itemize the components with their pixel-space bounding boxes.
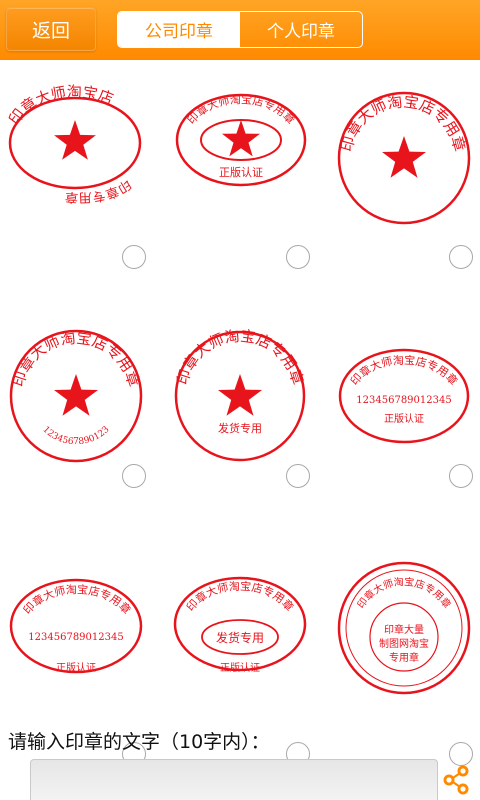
share-icon[interactable] — [441, 763, 471, 797]
stamp-text-input[interactable] — [30, 759, 438, 800]
stamp-preview: 印章大师淘宝店专用章 发货专用 正版认证 — [173, 576, 307, 674]
stamp-bottom-arc-text: 印章专用章 — [64, 176, 133, 206]
stamp-grid: 印章大师淘宝店 印章专用章 印章大师淘宝店专用章 正版认证 印章大师淘宝店专用章 — [0, 60, 480, 766]
stamp-center-text: 发货专用 — [216, 630, 264, 645]
star-icon — [54, 120, 96, 160]
stamp-bottom-text: 正版认证 — [384, 412, 424, 425]
stamp-option[interactable]: 印章大师淘宝店专用章 发货专用 正版认证 — [160, 500, 320, 766]
svg-text:印章大师淘宝店: 印章大师淘宝店 — [5, 83, 116, 128]
star-icon — [54, 374, 98, 416]
star-icon — [222, 120, 260, 157]
stamp-radio-button[interactable] — [286, 245, 310, 269]
stamp-center-line: 印章大量 — [384, 623, 424, 636]
stamp-bottom-arc-text: 1234567890123 — [40, 425, 111, 448]
tab-company-stamp[interactable]: 公司印章 — [118, 12, 240, 47]
stamp-center-text: 123456789012345 — [28, 632, 123, 643]
svg-text:1234567890123: 1234567890123 — [40, 425, 111, 448]
stamp-option[interactable]: 印章大师淘宝店专用章 123456789012345 正版认证 — [0, 500, 160, 766]
stamp-option[interactable]: 印章大师淘宝店专用章 发货专用 — [160, 280, 320, 500]
stamp-center-text: 123456789012345 — [356, 395, 451, 406]
top-bar: 返回 公司印章 个人印章 — [0, 0, 480, 60]
svg-text:印章大师淘宝店专用章: 印章大师淘宝店专用章 — [348, 353, 461, 388]
stamp-radio-button[interactable] — [122, 464, 146, 488]
stamp-arc-text: 印章大师淘宝店专用章 — [348, 353, 461, 388]
stamp-option[interactable]: 印章大师淘宝店 印章专用章 — [0, 60, 160, 280]
stamp-arc-text: 印章大师淘宝店专用章 — [184, 579, 297, 614]
stamp-center-line: 专用章 — [389, 651, 419, 664]
star-icon — [382, 136, 426, 178]
back-button[interactable]: 返回 — [6, 7, 96, 51]
stamp-text-label: 请输入印章的文字（10字内）： — [8, 731, 270, 753]
stamp-radio-button[interactable] — [449, 245, 473, 269]
stamp-arc-text: 印章大师淘宝店 — [5, 83, 116, 128]
stamp-option[interactable]: 印章大师淘宝店专用章 正版认证 — [160, 60, 320, 280]
stamp-bottom-text: 发货专用 — [218, 421, 262, 435]
stamp-option[interactable]: 印章大师淘宝店专用章 印章大量 制图网淘宝 专用章 — [320, 500, 480, 766]
stamp-preview: 印章大师淘宝店专用章 印章大量 制图网淘宝 专用章 — [337, 561, 471, 695]
svg-text:印章专用章: 印章专用章 — [64, 176, 133, 206]
stamp-bottom-text: 正版认证 — [56, 661, 96, 674]
stamp-option[interactable]: 印章大师淘宝店专用章 — [320, 60, 480, 280]
stamp-radio-button[interactable] — [449, 464, 473, 488]
tab-personal-stamp[interactable]: 个人印章 — [240, 12, 362, 47]
svg-text:印章大师淘宝店专用章: 印章大师淘宝店专用章 — [184, 579, 297, 614]
stamp-bottom-text: 正版认证 — [219, 165, 263, 179]
stamp-radio-button[interactable] — [286, 464, 310, 488]
stamp-arc-text: 印章大师淘宝店专用章 — [355, 575, 454, 611]
star-icon — [218, 374, 262, 416]
stamp-bottom-text: 正版认证 — [220, 661, 260, 674]
stamp-option[interactable]: 印章大师淘宝店专用章 123456789012345 正版认证 — [320, 280, 480, 500]
svg-text:印章大师淘宝店专用章: 印章大师淘宝店专用章 — [355, 575, 454, 611]
stamp-center-line: 制图网淘宝 — [379, 637, 429, 650]
stamp-type-tabs: 公司印章 个人印章 — [117, 11, 363, 48]
stamp-radio-button[interactable] — [122, 245, 146, 269]
stamp-preview: 印章大师淘宝店专用章 123456789012345 正版认证 — [9, 578, 143, 674]
stamp-option[interactable]: 印章大师淘宝店专用章 1234567890123 — [0, 280, 160, 500]
